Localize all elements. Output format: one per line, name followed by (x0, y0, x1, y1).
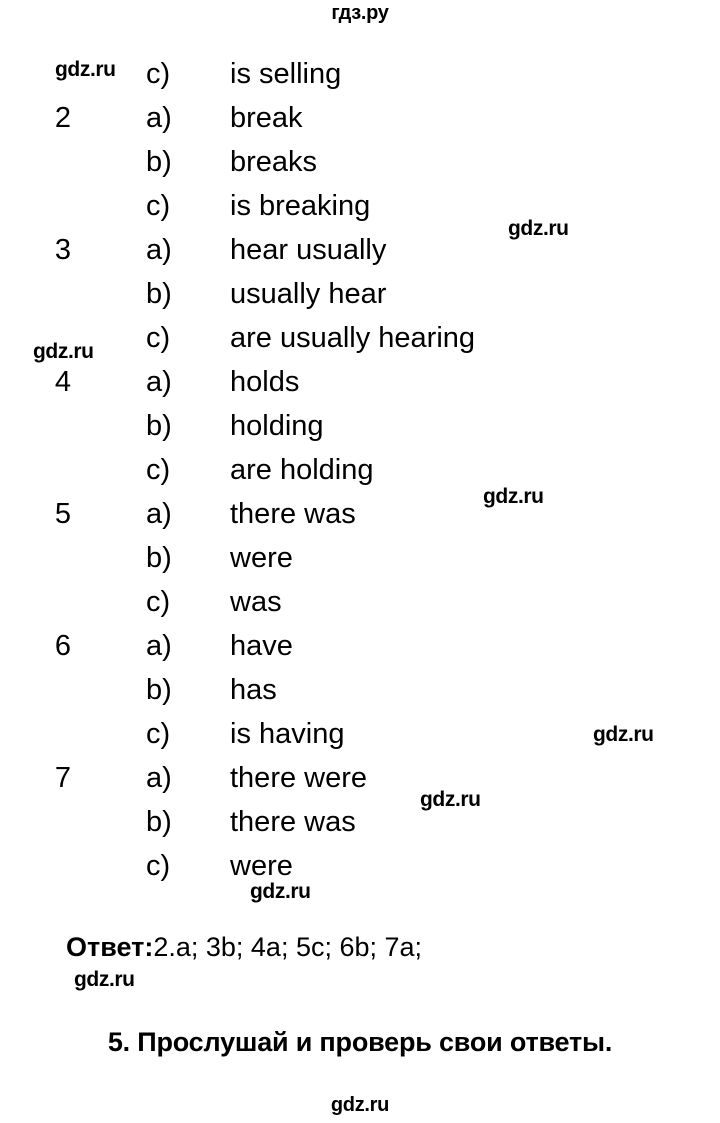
option-text: breaks (230, 146, 318, 178)
option-letter: b) (146, 410, 172, 442)
option-number: 7 (54, 762, 72, 794)
option-row: 7 a) there were (0, 756, 720, 800)
option-letter: a) (146, 234, 172, 266)
option-text: have (230, 630, 293, 662)
watermark: gdz.ru (420, 788, 481, 811)
option-text: are usually hearing (230, 322, 476, 354)
option-letter: c) (146, 58, 171, 90)
option-number: 3 (54, 234, 72, 266)
option-letter: c) (146, 190, 171, 222)
option-number: 4 (54, 366, 72, 398)
option-number: 5 (54, 498, 72, 530)
footer-watermark: gdz.ru (330, 1094, 390, 1116)
option-row: b) were (0, 536, 720, 580)
answer-page: гдз.ру c) is selling 2 a) break b) breaks c) is … (0, 0, 720, 1123)
option-row: c) was (0, 580, 720, 624)
option-letter: c) (146, 322, 171, 354)
option-letter: c) (146, 454, 171, 486)
answer-values: 2.a; 3b; 4a; 5c; 6b; 7a; (153, 932, 423, 962)
option-row: b) usually hear (0, 272, 720, 316)
answer-line: Ответ:2.a; 3b; 4a; 5c; 6b; 7a; (66, 930, 422, 964)
option-row: c) are usually hearing (0, 316, 720, 360)
task-heading: 5. Прослушай и проверь свои ответы. (107, 1027, 613, 1057)
watermark: gdz.ru (508, 217, 569, 240)
option-text: is selling (230, 58, 342, 90)
option-number: 6 (54, 630, 72, 662)
option-text: there were (230, 762, 368, 794)
watermark: gdz.ru (55, 58, 116, 81)
option-letter: c) (146, 850, 171, 882)
option-text: holds (230, 366, 300, 398)
option-text: has (230, 674, 277, 706)
option-text: holding (230, 410, 324, 442)
option-row: b) breaks (0, 140, 720, 184)
option-text: there was (230, 498, 356, 530)
option-row: 4 a) holds (0, 360, 720, 404)
option-letter: b) (146, 674, 172, 706)
option-letter: c) (146, 586, 171, 618)
option-row: b) has (0, 668, 720, 712)
option-row: b) there was (0, 800, 720, 844)
option-letter: c) (146, 718, 171, 750)
option-letter: a) (146, 102, 172, 134)
watermark: gdz.ru (593, 723, 654, 746)
option-text: there was (230, 806, 356, 838)
option-row: b) holding (0, 404, 720, 448)
option-letter: a) (146, 366, 172, 398)
option-text: is having (230, 718, 345, 750)
option-row: c) is breaking (0, 184, 720, 228)
option-text: is breaking (230, 190, 371, 222)
watermark: gdz.ru (250, 880, 311, 903)
option-text: are holding (230, 454, 374, 486)
option-row: c) were (0, 844, 720, 888)
option-row: 6 a) have (0, 624, 720, 668)
option-row: 5 a) there was (0, 492, 720, 536)
option-text: were (230, 542, 293, 574)
answer-label: Ответ: (66, 932, 154, 962)
option-row: 3 a) hear usually (0, 228, 720, 272)
option-letter: a) (146, 762, 172, 794)
option-text: was (230, 586, 282, 618)
option-text: usually hear (230, 278, 387, 310)
watermark: gdz.ru (483, 485, 544, 508)
option-letter: b) (146, 542, 172, 574)
option-letter: b) (146, 146, 172, 178)
option-text: hear usually (230, 234, 387, 266)
watermark: gdz.ru (74, 968, 135, 991)
option-number: 2 (54, 102, 72, 134)
option-text: break (230, 102, 303, 134)
option-row: c) are holding (0, 448, 720, 492)
site-header-watermark: гдз.ру (331, 2, 389, 24)
watermark: gdz.ru (33, 340, 94, 363)
option-letter: b) (146, 278, 172, 310)
option-letter: a) (146, 630, 172, 662)
option-row: 2 a) break (0, 96, 720, 140)
option-letter: a) (146, 498, 172, 530)
option-letter: b) (146, 806, 172, 838)
options-list: c) is selling 2 a) break b) breaks c) is breakin… (0, 52, 720, 888)
